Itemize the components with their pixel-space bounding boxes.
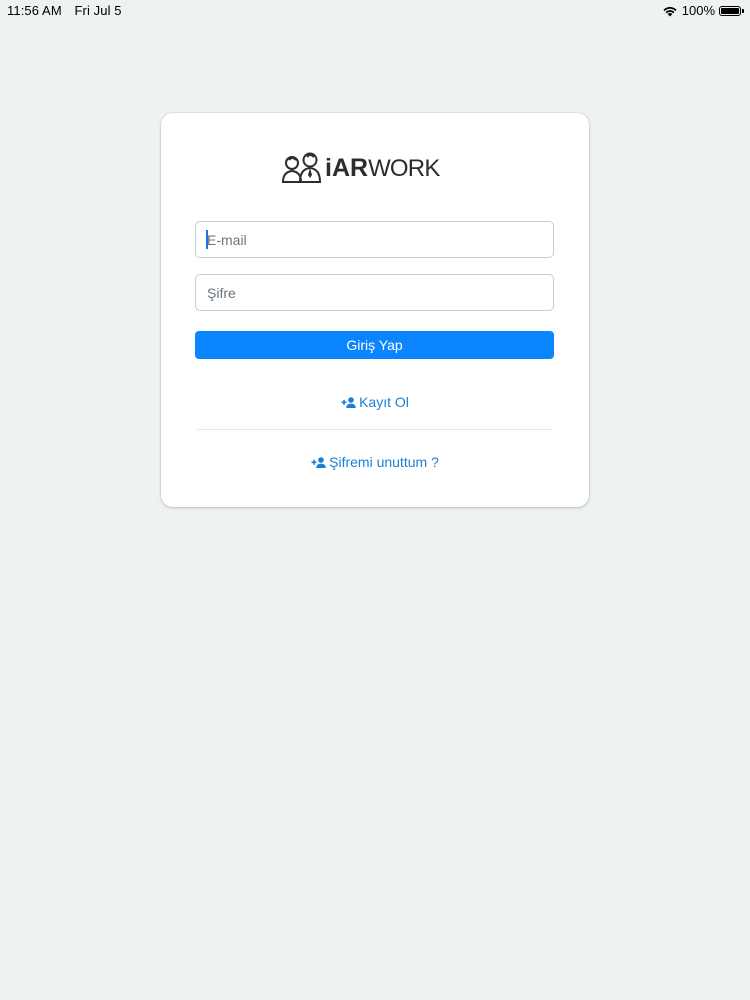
users-logo-icon	[281, 152, 322, 183]
wifi-icon	[663, 6, 677, 16]
login-button[interactable]: Giriş Yap	[195, 331, 554, 359]
email-input[interactable]	[195, 221, 554, 258]
battery-tip	[742, 8, 744, 13]
text-cursor	[206, 230, 208, 249]
password-input[interactable]	[195, 274, 554, 311]
add-user-icon	[341, 396, 356, 408]
status-time: 11:56 AM	[7, 3, 62, 18]
register-label: Kayıt Ol	[359, 394, 409, 410]
add-user-icon	[311, 456, 326, 468]
status-left: 11:56 AM Fri Jul 5	[7, 3, 122, 18]
login-card: iARWORK Giriş Yap Kayıt Ol Şifremi unutt…	[161, 113, 589, 507]
forgot-password-label: Şifremi unuttum ?	[329, 454, 439, 470]
logo-text-light: WORK	[368, 154, 440, 182]
app-logo: iARWORK	[279, 151, 440, 185]
status-bar: 11:56 AM Fri Jul 5 100%	[0, 0, 750, 22]
logo-text-bold: iAR	[325, 153, 369, 182]
forgot-password-link[interactable]: Şifremi unuttum ?	[161, 454, 589, 470]
status-date: Fri Jul 5	[74, 3, 122, 18]
divider	[197, 429, 552, 430]
battery-percentage: 100%	[681, 3, 715, 18]
logo-text: iARWORK	[325, 154, 440, 183]
status-right: 100%	[662, 3, 744, 18]
register-link[interactable]: Kayıt Ol	[161, 394, 589, 410]
battery-icon	[719, 5, 741, 16]
